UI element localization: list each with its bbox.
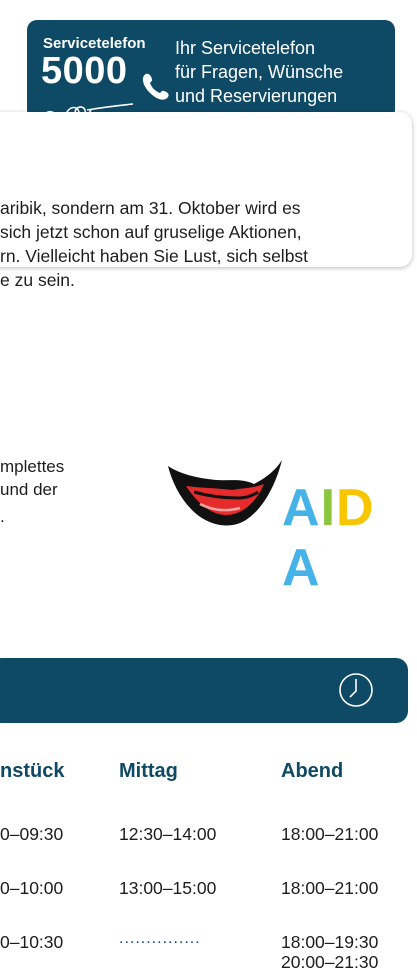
service-line-3: und Reservierungen: [175, 86, 338, 106]
schedule-header-bar[interactable]: [0, 658, 408, 723]
logo-letter: A: [282, 539, 321, 597]
aida-wordmark: AIDA: [282, 478, 410, 598]
clock-icon: [339, 673, 373, 707]
service-description: Ihr Servicetelefon für Fragen, Wünsche u…: [175, 36, 343, 108]
breakfast-time: 0–10:00: [0, 878, 64, 898]
info-card-line-4: e zu sein.: [0, 270, 75, 290]
info-card-line-1: aribik, sondern am 31. Oktober wird es: [0, 198, 301, 218]
dinner-time-second: 20:00–21:30: [281, 952, 379, 972]
logo-letter: I: [320, 479, 337, 537]
header-breakfast: nstück: [0, 760, 65, 782]
description-paragraph: mplettes und der .: [0, 455, 64, 528]
dinner-time: 18:00–21:00: [281, 824, 379, 844]
header-dinner: Abend: [281, 760, 344, 782]
service-number: 5000: [41, 50, 128, 92]
breakfast-time: 0–09:30: [0, 824, 64, 844]
info-card-line-3: rn. Vielleicht haben Sie Lust, sich selb…: [0, 246, 309, 266]
lunch-time: 12:30–14:00: [119, 824, 217, 844]
dinner-time: 18:00–19:30: [281, 932, 379, 952]
aida-logo: AIDA: [160, 458, 410, 597]
lunch-time-none: ...............: [119, 930, 201, 947]
phone-handset-icon: [142, 73, 169, 100]
dinner-time: 18:00–21:00: [281, 878, 379, 898]
breakfast-time: 0–10:30: [0, 932, 64, 952]
info-card-text: aribik, sondern am 31. Oktober wird es s…: [0, 196, 400, 292]
info-card: aribik, sondern am 31. Oktober wird es s…: [0, 112, 412, 290]
lunch-time: 13:00–15:00: [119, 878, 217, 898]
paragraph-line-2: und der: [0, 480, 58, 499]
logo-letter: A: [282, 479, 321, 537]
logo-letter: D: [336, 479, 375, 537]
kussmund-lips-icon: [168, 460, 282, 526]
service-phone-badge[interactable]: Servicetelefon 5000 Ihr Servicetelefon f…: [27, 20, 395, 122]
paragraph-line-1: mplettes: [0, 457, 65, 476]
header-lunch: Mittag: [119, 760, 178, 782]
paragraph-line-3: .: [0, 507, 5, 526]
service-line-2: für Fragen, Wünsche: [175, 62, 344, 82]
service-line-1: Ihr Servicetelefon: [175, 38, 316, 58]
info-card-line-2: sich jetzt schon auf gruselige Aktionen,: [0, 222, 302, 242]
